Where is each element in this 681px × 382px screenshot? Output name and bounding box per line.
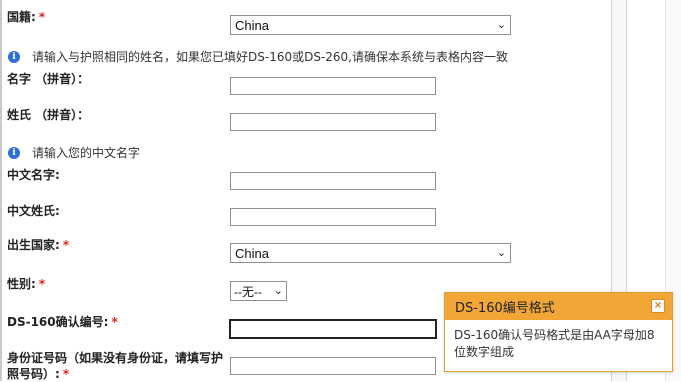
id-number-input[interactable] [230,357,436,375]
required-mark: * [38,277,46,291]
birth-country-label: 出生国家: * [7,237,69,254]
ds160-input[interactable] [229,319,437,339]
birth-country-label-text: 出生国家: [7,238,60,252]
left-border [0,0,2,381]
name-tip: i 请输入与护照相同的姓名，如果您已填好DS-160或DS-260,请确保本系统… [8,50,508,64]
id-number-label-line2: 照号码）: [7,367,60,381]
popover-header: DS-160编号格式 × [445,293,672,320]
name-tip-text: 请输入与护照相同的姓名，如果您已填好DS-160或DS-260,请确保本系统与表… [32,50,509,64]
chinese-surname-label: 中文姓氏: [7,204,60,218]
nationality-label: 国籍: * [7,9,45,26]
chevron-down-icon: ⌄ [496,19,506,31]
surname-input[interactable] [230,113,436,131]
required-mark: * [62,238,70,252]
ds160-format-popover: DS-160编号格式 × DS-160确认号码格式是由AA字母加8位数字组成 [444,292,673,372]
chinese-surname-input[interactable] [230,208,436,226]
gender-label-text: 性别: [7,277,36,291]
id-number-label-line1: 身份证号码（如果没有身份证，请填写护 [7,351,224,365]
birth-country-select-value: China [235,245,269,261]
info-icon: i [8,147,20,159]
chinese-name-tip: i 请输入您的中文名字 [8,146,140,160]
chinese-name-tip-text: 请输入您的中文名字 [32,146,141,160]
required-mark: * [62,367,70,381]
required-mark: * [111,315,118,329]
gender-select[interactable]: --无-- ⌄ [230,281,287,301]
ds160-label-text: DS-160确认编号: [7,315,109,329]
nationality-label-text: 国籍: [7,10,36,24]
popover-body: DS-160确认号码格式是由AA字母加8位数字组成 [454,328,655,359]
chevron-down-icon: ⌄ [273,285,283,297]
given-name-input[interactable] [230,77,436,95]
chinese-given-name-input[interactable] [230,172,436,190]
surname-label: 姓氏 （拼音）： [7,108,90,122]
id-number-label: 身份证号码（如果没有身份证，请填写护 照号码）: * [7,350,223,382]
ds160-label: DS-160确认编号: * [7,314,118,331]
popover-title: DS-160编号格式 [455,301,555,316]
info-icon: i [8,51,20,63]
given-name-label: 名字 （拼音）： [7,72,90,86]
required-mark: * [38,10,46,24]
birth-country-select[interactable]: China ⌄ [230,243,511,263]
chinese-given-name-label: 中文名字: [7,168,60,182]
chevron-down-icon: ⌄ [496,247,506,259]
nationality-select-value: China [235,17,269,33]
close-icon[interactable]: × [651,299,665,313]
gender-label: 性别: * [7,276,45,293]
nationality-select[interactable]: China ⌄ [230,15,511,35]
gender-select-value: --无-- [234,284,262,299]
